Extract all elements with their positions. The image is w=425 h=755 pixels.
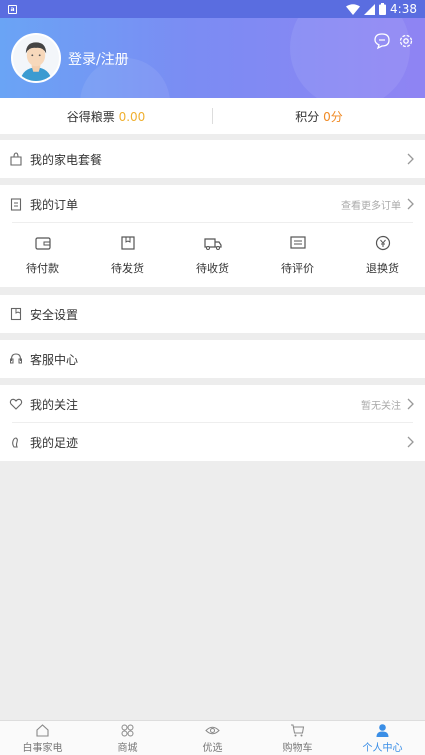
headset-icon <box>8 351 24 367</box>
view-more-orders-link[interactable]: 查看更多订单 <box>341 197 401 212</box>
orders-row[interactable]: 我的订单 查看更多订单 <box>0 185 425 223</box>
points-bar: 谷得粮票 0.00 积分 0分 <box>0 98 425 134</box>
grain-ticket[interactable]: 谷得粮票 0.00 <box>0 108 212 125</box>
wallet-icon <box>34 237 51 250</box>
login-register-link[interactable]: 登录/注册 <box>68 49 129 69</box>
chevron-right-icon <box>407 436 414 448</box>
footprint-row[interactable]: 我的足迹 <box>0 423 425 461</box>
tab-home[interactable]: 白事家电 <box>0 721 85 755</box>
order-state-pending-payment[interactable]: 待付款 <box>0 234 85 276</box>
follow-section: 我的关注 暂无关注 我的足迹 <box>0 385 425 461</box>
package-section: 我的家电套餐 <box>0 140 425 178</box>
grid-icon <box>121 724 134 736</box>
bag-icon <box>8 151 24 167</box>
follow-row[interactable]: 我的关注 暂无关注 <box>0 385 425 423</box>
message-icon[interactable] <box>373 32 391 50</box>
order-state-pending-review[interactable]: 待评价 <box>255 234 340 276</box>
eye-icon <box>205 726 220 734</box>
clock: 4:38 <box>390 2 417 16</box>
avatar[interactable] <box>11 33 61 83</box>
security-row[interactable]: 安全设置 <box>0 295 425 333</box>
home-icon <box>36 723 49 737</box>
settings-icon[interactable] <box>397 32 415 50</box>
battery-icon <box>379 3 387 15</box>
cart-icon <box>291 724 305 736</box>
app-badge-icon: a <box>8 4 17 14</box>
chevron-right-icon <box>407 398 414 410</box>
bottom-tab-bar: 白事家电 商城 优选 购物车 个人中心 <box>0 720 425 755</box>
package-row[interactable]: 我的家电套餐 <box>0 140 425 178</box>
score-value: 0分 <box>323 109 343 124</box>
person-icon <box>376 723 389 737</box>
order-state-pending-shipment[interactable]: 待发货 <box>85 234 170 276</box>
orders-section: 我的订单 查看更多订单 待付款 待发货 待收货 待评价 退换货 <box>0 185 425 287</box>
order-state-returns[interactable]: 退换货 <box>340 234 425 276</box>
grain-value: 0.00 <box>118 109 146 124</box>
security-section: 安全设置 <box>0 295 425 333</box>
box-icon <box>120 236 135 250</box>
profile-header: 登录/注册 <box>0 18 425 98</box>
tab-profile[interactable]: 个人中心 <box>340 721 425 755</box>
chevron-right-icon <box>407 153 414 165</box>
heart-icon <box>8 396 24 412</box>
tab-mall[interactable]: 商城 <box>85 721 170 755</box>
service-section: 客服中心 <box>0 340 425 378</box>
refund-icon <box>375 235 390 251</box>
truck-icon <box>203 238 222 250</box>
status-bar: a 4:38 <box>0 0 425 18</box>
document-icon <box>8 306 24 322</box>
clipboard-icon <box>8 196 24 212</box>
signal-icon <box>364 3 376 15</box>
service-row[interactable]: 客服中心 <box>0 340 425 378</box>
tab-featured[interactable]: 优选 <box>170 721 255 755</box>
footprint-icon <box>8 434 24 450</box>
order-states: 待付款 待发货 待收货 待评价 退换货 <box>0 223 425 287</box>
order-state-pending-receipt[interactable]: 待收货 <box>170 234 255 276</box>
tab-cart[interactable]: 购物车 <box>255 721 340 755</box>
follow-empty-hint: 暂无关注 <box>361 400 401 412</box>
comment-icon <box>289 236 306 249</box>
wifi-icon <box>346 3 361 15</box>
chevron-right-icon <box>407 198 414 210</box>
score[interactable]: 积分 0分 <box>213 108 425 125</box>
